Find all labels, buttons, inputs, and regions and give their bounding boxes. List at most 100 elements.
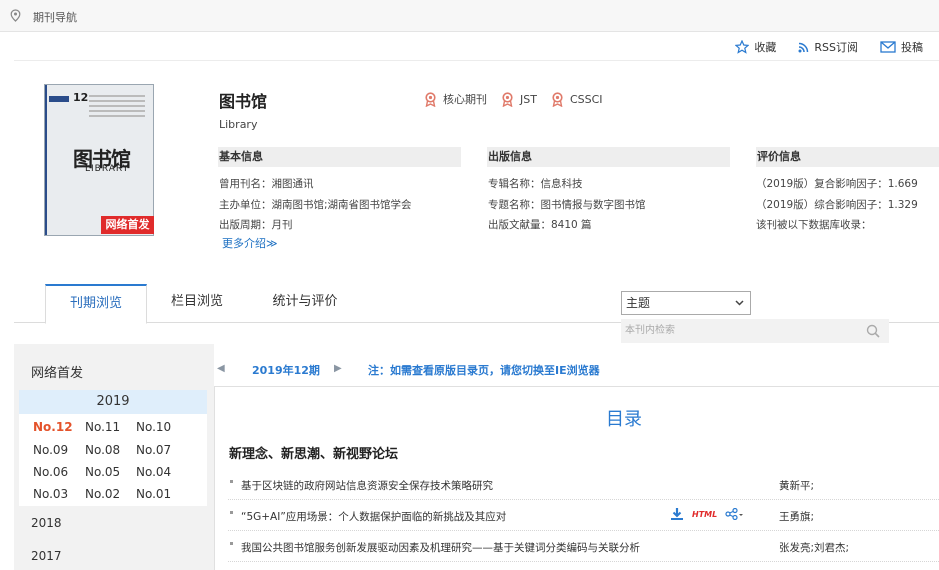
journal-english-title: Library [219,118,258,131]
bullet [230,480,233,483]
action-bar: 收藏 RSS订阅 投稿 [735,39,923,55]
issue-link[interactable]: No.07 [136,443,171,457]
toc-title: 目录 [606,409,642,430]
year-panel: 2019 No.12 No.11 No.10 No.09 No.08 No.07… [19,390,207,506]
ie-note: 注：如需查看原版目录页，请您切换至IE浏览器 [368,364,600,377]
year-2018[interactable]: 2018 [31,516,62,530]
article-authors[interactable]: 张发亮;刘君杰; [779,540,849,555]
chevron-down-icon [735,300,744,306]
issue-link[interactable]: No.02 [85,487,120,501]
location-pin-icon [10,9,21,22]
cover-spine [45,85,47,235]
issue-link[interactable]: No.01 [136,487,171,501]
former-name-value: 湘图通讯 [271,178,314,190]
search-field-select[interactable]: 主题 [621,291,751,315]
star-icon [735,40,750,54]
article-row: “5G+AI”应用场景：个人数据保护面临的新挑战及其应对 HTML 王勇旗; [228,501,939,531]
search-placeholder: 本刊内检索 [625,325,675,336]
article-authors[interactable]: 黄新平; [779,478,814,493]
journal-tags: 核心期刊 JST CSSCI [424,91,603,107]
tag-core: 核心期刊 [424,91,487,107]
issue-link[interactable]: No.12 [33,420,73,434]
breadcrumb[interactable]: 期刊导航 [33,9,77,25]
series-value: 信息科技 [540,178,583,190]
more-intro-link[interactable]: 更多介绍≫ [222,235,278,251]
issue-link[interactable]: No.06 [33,465,68,479]
rss-button[interactable]: RSS订阅 [798,39,858,55]
year-2019[interactable]: 2019 [19,390,207,414]
issue-link[interactable]: No.05 [85,465,120,479]
tab-bar: 刊期浏览 栏目浏览 统计与评价 [14,284,939,324]
issue-content: ◀ 2019年12期 ▶ 注：如需查看原版目录页，请您切换至IE浏览器 目录 新… [214,344,939,570]
html-view-button[interactable]: HTML [692,510,717,519]
top-bar: 期刊导航 [0,0,939,32]
article-authors[interactable]: 王勇旗; [779,509,814,524]
envelope-icon [880,41,896,53]
search-icon[interactable] [866,324,880,338]
tag-label: 核心期刊 [443,93,487,106]
sponsor-value: 湖南图书馆;湖南省图书馆学会 [271,199,412,211]
issue-link[interactable]: No.10 [136,420,171,434]
cover-contents-lines [89,95,145,120]
award-icon [425,91,436,107]
search-field-value: 主题 [626,296,651,310]
tab-column-browse[interactable]: 栏目浏览 [156,284,238,323]
favorite-label: 收藏 [754,41,777,54]
tag-jst: JST [501,91,537,107]
journal-cover[interactable]: 12 图书馆 LIBRARY 网络首发 [44,84,154,236]
award-icon [552,91,563,107]
tab-issue-browse[interactable]: 刊期浏览 [45,284,147,324]
article-title[interactable]: 基于区块链的政府网站信息资源安全保存技术策略研究 [241,478,493,493]
current-issue-label: 2019年12期 [252,364,320,377]
article-title[interactable]: 我国公共图书馆服务创新发展驱动因素及机理研究——基于关键词分类编码与关联分析 [241,540,640,555]
issue-link[interactable]: No.11 [85,420,120,434]
sponsor-row: 主办单位：湖南图书馆;湖南省图书馆学会 [219,197,412,212]
tag-cssci: CSSCI [551,91,603,107]
online-first-link[interactable]: 网络首发 [31,362,83,381]
comprehensive-impact: （2019版）综合影响因子：1.329 [756,199,918,211]
eval-info-header: 评价信息 [756,147,939,167]
issue-link[interactable]: No.04 [136,465,171,479]
former-name-label: 曾用刊名： [219,178,272,190]
article-row: 我国公共图书馆服务创新发展驱动因素及机理研究——基于关键词分类编码与关联分析 张… [228,532,939,562]
basic-info-header: 基本信息 [218,147,461,167]
prev-issue-arrow-icon[interactable]: ◀ [217,363,225,374]
bullet [230,511,233,514]
cover-tag [49,96,69,102]
issue-link[interactable]: No.03 [33,487,68,501]
article-tools: HTML [670,507,745,521]
article-row: 基于区块链的政府网站信息资源安全保存技术策略研究 黄新平; [228,470,939,500]
cover-logo-sub: LIBRARY [85,164,130,174]
count-label: 出版文献量： [488,219,551,231]
period-row: 出版周期：月刊 [219,217,293,232]
issue-link[interactable]: No.08 [85,443,120,457]
cover-issue-number: 12 [73,91,89,104]
rss-icon [798,42,809,52]
publish-info-header: 出版信息 [487,147,730,167]
online-first-badge: 网络首发 [101,216,154,234]
year-2017[interactable]: 2017 [31,549,62,563]
series-row: 专辑名称：信息科技 [488,176,583,191]
journal-title: 图书馆 [219,92,268,111]
submit-button[interactable]: 投稿 [880,39,923,55]
award-icon [502,91,513,107]
tag-label: CSSCI [569,92,603,106]
topic-label: 专题名称： [488,199,541,211]
composite-impact: （2019版）复合影响因子：1.669 [756,178,918,190]
count-row: 出版文献量：8410 篇 [488,217,592,232]
tag-label: JST [520,92,537,106]
search-input[interactable]: 本刊内检索 [621,319,889,343]
former-name-row: 曾用刊名：湘图通讯 [219,176,314,191]
next-issue-arrow-icon[interactable]: ▶ [334,363,342,374]
tab-statistics[interactable]: 统计与评价 [258,284,352,323]
issue-link[interactable]: No.09 [33,443,68,457]
period-label: 出版周期： [219,219,272,231]
download-icon[interactable] [670,507,684,521]
period-value: 月刊 [271,219,293,231]
article-title[interactable]: “5G+AI”应用场景：个人数据保护面临的新挑战及其应对 [241,509,506,524]
database-note: 该刊被以下数据库收录： [756,219,872,231]
bullet [230,542,233,545]
favorite-button[interactable]: 收藏 [735,39,776,55]
share-icon[interactable] [725,508,745,520]
submit-label: 投稿 [901,41,923,54]
